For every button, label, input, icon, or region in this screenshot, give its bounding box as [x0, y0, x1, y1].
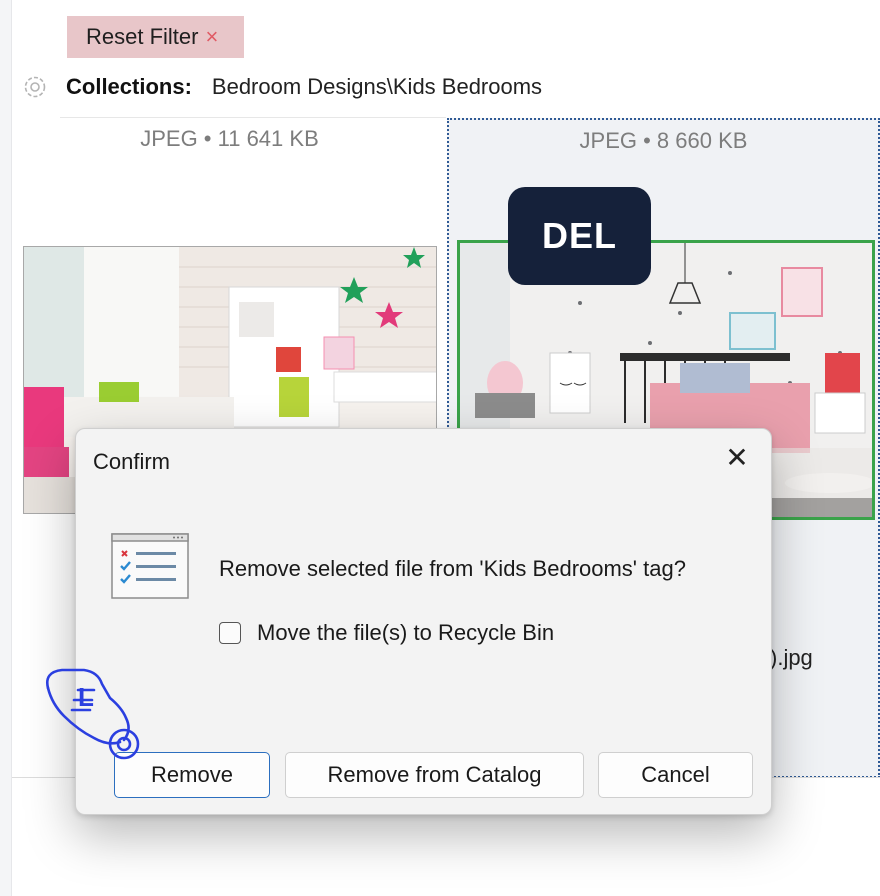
close-icon: × — [205, 24, 219, 49]
dialog-title: Confirm — [93, 449, 171, 474]
close-icon[interactable]: ✕ — [721, 442, 753, 474]
pointer-letter: L — [78, 682, 94, 712]
collections-path: Bedroom Designs\Kids Bedrooms — [211, 74, 543, 99]
pointing-hand-icon: L — [46, 668, 140, 760]
collections-label: Collections: — [66, 74, 192, 99]
reset-filter-button[interactable]: Reset Filter × — [67, 16, 244, 58]
gear-icon[interactable] — [22, 74, 48, 100]
recycle-bin-checkbox-row[interactable]: Move the file(s) to Recycle Bin — [219, 620, 554, 646]
cancel-button[interactable]: Cancel — [598, 752, 753, 798]
reset-filter-label: Reset Filter — [86, 24, 199, 49]
key-badge: DEL — [508, 187, 651, 285]
collections-row: Collections: Bedroom Designs\Kids Bedroo… — [22, 70, 542, 104]
left-panel-edge — [0, 0, 12, 896]
recycle-bin-checkbox[interactable] — [219, 622, 241, 644]
file-meta: JPEG • 8 660 KB — [579, 128, 748, 153]
app-window: Reset Filter × Collections: Bedroom Desi… — [0, 0, 880, 896]
file-name: ).jpg — [770, 645, 813, 670]
checklist-icon — [111, 533, 189, 599]
checkbox-label: Move the file(s) to Recycle Bin — [257, 620, 555, 645]
confirm-dialog: Confirm ✕ Remove selected file from 'Kid… — [75, 428, 772, 815]
dialog-message: Remove selected file from 'Kids Bedrooms… — [219, 556, 686, 581]
file-meta: JPEG • 11 641 KB — [140, 126, 319, 151]
remove-from-catalog-button[interactable]: Remove from Catalog — [285, 752, 584, 798]
